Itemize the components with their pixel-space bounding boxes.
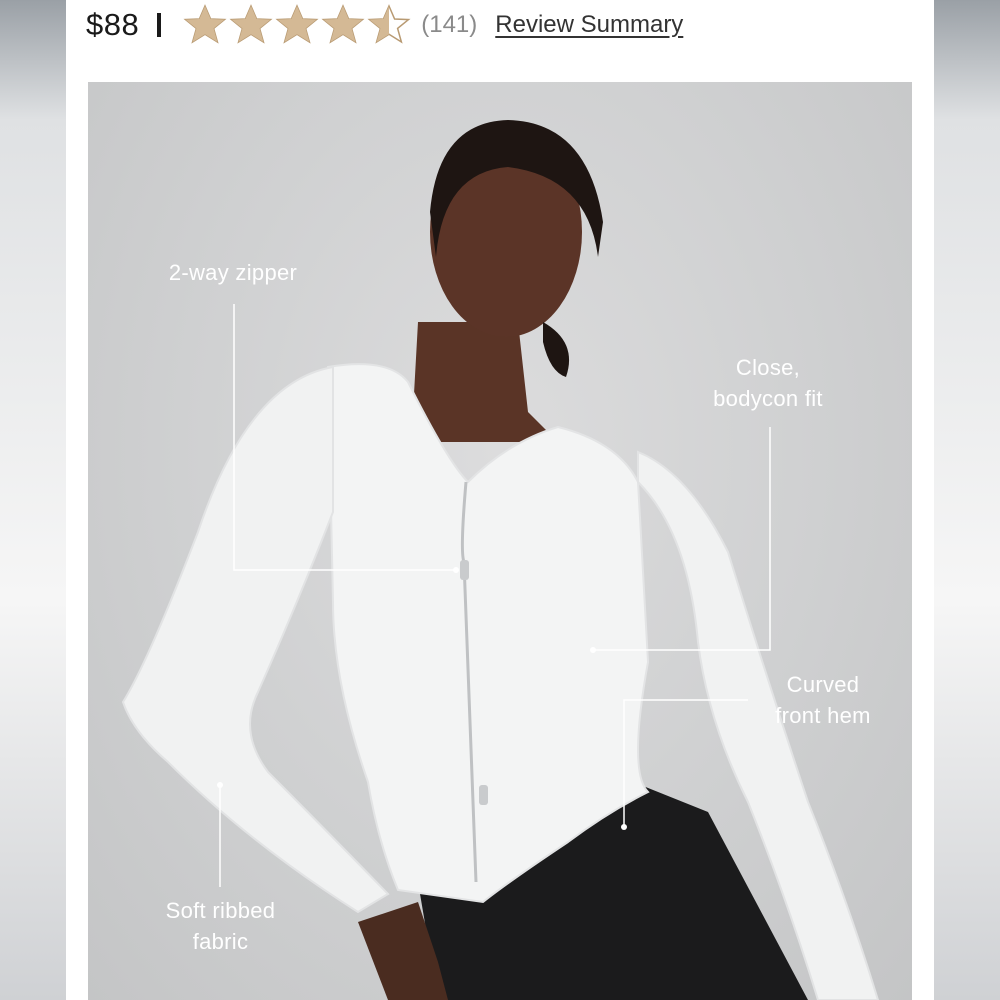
star-rating [183,3,411,47]
price-divider [157,13,162,37]
star-icon [321,4,365,44]
annotation-fit-line2: bodycon fit [713,386,823,411]
star-icon [275,4,319,44]
annotation-hem-line2: front hem [775,703,871,728]
product-image: 2-way zipper Close, bodycon fit Curved f… [88,82,912,1000]
annotation-fabric-line1: Soft ribbed [165,898,276,923]
product-price: $88 [86,7,140,42]
annotation-fabric-line2: fabric [192,929,249,954]
right-background-shade [934,0,1000,1000]
model-photo-illustration [121,120,880,1000]
left-background-shade [0,0,66,1000]
annotation-fit-line1: Close, [735,355,801,380]
annotation-curved-hem: Curved front hem [748,669,898,731]
star-icon [229,4,273,44]
review-summary-link[interactable]: Review Summary [495,11,683,39]
star-icon [367,4,411,44]
annotation-bodycon-fit: Close, bodycon fit [678,352,858,414]
zipper-pull-top [460,560,469,580]
review-count: (141) [421,11,478,38]
product-header: $88 (141) Review Summary [86,0,926,50]
annotation-hem-line1: Curved [786,672,860,697]
star-icon [183,4,227,44]
annotation-ribbed-fabric: Soft ribbed fabric [138,895,303,957]
product-card: $88 (141) Review Summary 2-way zipper Cl… [66,0,934,1000]
annotation-2-way-zipper: 2-way zipper [148,257,318,288]
zipper-pull-bottom [479,785,488,805]
model-hair-bun [543,322,570,377]
annotation-zipper-text: 2-way zipper [168,260,298,285]
